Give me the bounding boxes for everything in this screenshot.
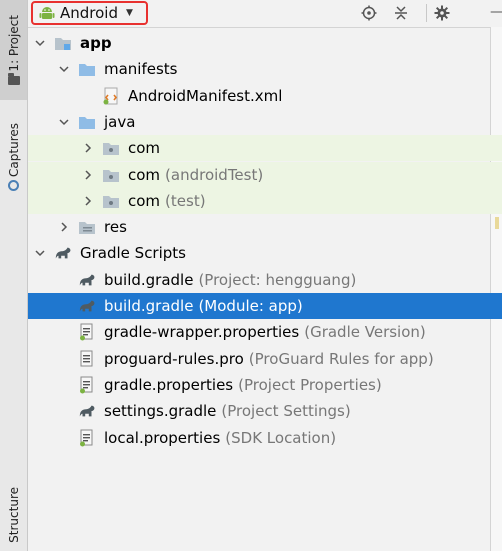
tree-item-label: AndroidManifest.xml (128, 87, 283, 105)
tree-item-label: local.properties (104, 429, 221, 447)
tree-item-hint: (SDK Location) (225, 429, 337, 447)
tree-item-hint: (Module: app) (198, 297, 303, 315)
project-tree: app manifests AndroidManifest.xml java com co… (28, 30, 502, 551)
tree-item-label: proguard-rules.pro (104, 350, 244, 368)
res-folder-icon (78, 218, 96, 236)
structure-tool-tab[interactable]: Structure (0, 478, 27, 551)
chevron-right-icon[interactable] (82, 142, 94, 154)
tree-item-build-gradle-module[interactable]: build.gradle (Module: app) (28, 293, 502, 319)
gradle-icon (78, 402, 96, 420)
captures-tool-tab[interactable]: Captures (0, 112, 27, 202)
folder-icon (78, 113, 96, 131)
tree-item-label: build.gradle (104, 297, 194, 315)
collapse-icon (395, 6, 407, 20)
chevron-right-icon[interactable] (82, 169, 94, 181)
text-file-icon (78, 350, 96, 368)
properties-file-icon (78, 323, 96, 341)
tree-item-com-test[interactable]: com (test) (28, 188, 502, 214)
chevron-right-icon[interactable] (58, 221, 70, 233)
toolbar-separator (426, 4, 427, 22)
gear-icon (434, 5, 450, 21)
tree-item-manifest-file[interactable]: AndroidManifest.xml (28, 83, 502, 109)
project-panel-header: Android ▼ (28, 0, 502, 28)
tree-item-settings-gradle[interactable]: settings.gradle (Project Settings) (28, 398, 502, 424)
gradle-icon (78, 297, 96, 315)
tree-item-hint: (androidTest) (165, 166, 264, 184)
tree-item-hint: (test) (165, 192, 206, 210)
tree-item-build-gradle-project[interactable]: build.gradle (Project: hengguang) (28, 267, 502, 293)
hide-panel-button[interactable]: — (490, 4, 502, 20)
tree-item-hint: (Project Properties) (238, 376, 382, 394)
camera-icon (8, 180, 19, 192)
tree-item-hint: (Gradle Version) (304, 323, 426, 341)
folder-icon (78, 60, 96, 78)
tree-item-local-properties[interactable]: local.properties (SDK Location) (28, 425, 502, 451)
gradle-icon (78, 271, 96, 289)
tree-item-label: res (104, 218, 127, 236)
tree-item-label: com (128, 139, 161, 157)
chevron-down-icon[interactable] (58, 63, 70, 75)
structure-tab-label: Structure (6, 486, 21, 543)
tree-item-manifests[interactable]: manifests (28, 56, 502, 82)
chevron-right-icon[interactable] (82, 195, 94, 207)
properties-file-icon (78, 376, 96, 394)
tree-item-app[interactable]: app (28, 30, 502, 56)
tree-item-label: settings.gradle (104, 402, 217, 420)
package-icon (102, 166, 120, 184)
gradle-icon (54, 244, 72, 262)
captures-tab-label: Captures (6, 122, 21, 177)
tree-item-proguard[interactable]: proguard-rules.pro (ProGuard Rules for ap… (28, 346, 502, 372)
tree-item-label: java (104, 113, 136, 131)
module-folder-icon (54, 34, 72, 52)
tree-item-label: com (128, 192, 161, 210)
tree-item-label: Gradle Scripts (80, 244, 186, 262)
folder-icon (7, 72, 20, 85)
tree-item-com-main[interactable]: com (28, 135, 502, 161)
tree-item-label: build.gradle (104, 271, 194, 289)
view-mode-dropdown[interactable]: Android ▼ (31, 1, 148, 25)
chevron-down-icon: ▼ (126, 8, 133, 18)
tree-item-label: gradle-wrapper.properties (104, 323, 300, 341)
view-mode-label: Android (60, 4, 118, 22)
tool-window-strip: 1: Project Captures Structure (0, 0, 28, 551)
android-icon (39, 7, 55, 19)
locate-button[interactable] (360, 4, 378, 22)
project-tool-tab[interactable]: 1: Project (0, 0, 27, 100)
crosshair-icon (361, 5, 377, 21)
chevron-down-icon[interactable] (34, 247, 46, 259)
tree-item-hint: (ProGuard Rules for app) (248, 350, 434, 368)
chevron-down-icon[interactable] (34, 37, 46, 49)
package-icon (102, 192, 120, 210)
tree-item-label: manifests (104, 60, 178, 78)
tree-item-gradle-properties[interactable]: gradle.properties (Project Properties) (28, 372, 502, 398)
project-tab-label: 1: Project (6, 15, 21, 72)
package-icon (102, 139, 120, 157)
tree-item-gradle-wrapper[interactable]: gradle-wrapper.properties (Gradle Version… (28, 319, 502, 345)
tree-item-com-androidtest[interactable]: com (androidTest) (28, 162, 502, 188)
tree-item-label: com (128, 166, 161, 184)
tree-item-label: app (80, 34, 112, 52)
properties-file-icon (78, 429, 96, 447)
settings-button[interactable] (433, 4, 451, 22)
tree-item-gradle-scripts[interactable]: Gradle Scripts (28, 240, 502, 266)
tree-item-res[interactable]: res (28, 214, 502, 240)
tree-item-hint: (Project Settings) (221, 402, 351, 420)
collapse-all-button[interactable] (392, 4, 410, 22)
tree-item-java[interactable]: java (28, 109, 502, 135)
tree-item-label: gradle.properties (104, 376, 234, 394)
chevron-down-icon[interactable] (58, 116, 70, 128)
xml-file-icon (102, 87, 120, 105)
tree-item-hint: (Project: hengguang) (198, 271, 357, 289)
